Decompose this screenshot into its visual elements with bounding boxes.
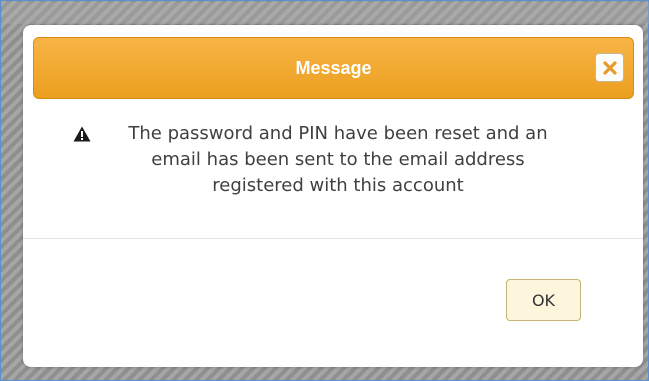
dialog-divider [23, 238, 643, 239]
message-dialog: Message The password and PIN have been r… [23, 25, 643, 367]
ok-button[interactable]: OK [506, 279, 581, 321]
screen-backdrop: Message The password and PIN have been r… [0, 0, 649, 381]
dialog-title-bar: Message [33, 37, 634, 99]
warning-icon [73, 126, 91, 142]
close-icon [602, 60, 617, 75]
dialog-title: Message [295, 58, 372, 78]
dialog-message: The password and PIN have been reset and… [128, 123, 548, 196]
backdrop-band [2, 2, 649, 24]
close-button[interactable] [595, 53, 624, 82]
